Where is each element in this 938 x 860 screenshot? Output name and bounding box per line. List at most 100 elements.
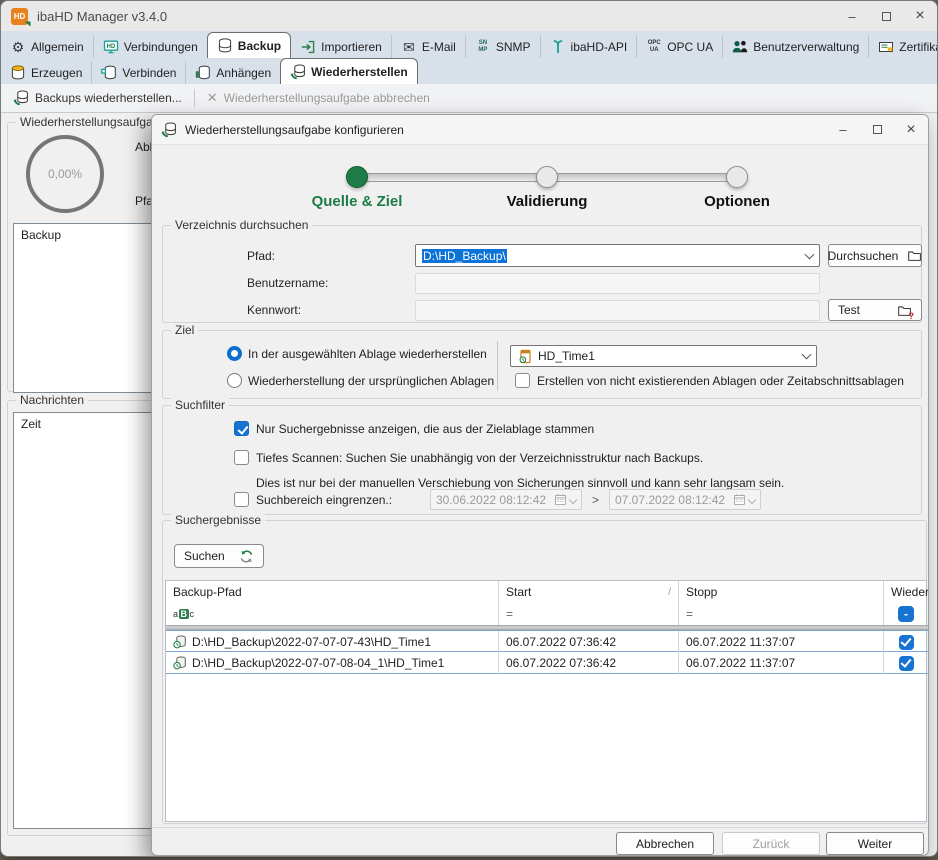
minimize-icon: – (848, 9, 855, 24)
back-button[interactable]: Zurück (722, 832, 820, 855)
dialog-close-button[interactable]: × (894, 115, 928, 145)
deep-scan-checkbox[interactable] (234, 450, 249, 465)
db-restore-icon (13, 90, 29, 106)
minimize-icon: – (839, 122, 846, 137)
tab-label: Anhängen (216, 66, 271, 80)
cancel-button[interactable]: Abbrechen (616, 832, 714, 855)
minimize-button[interactable]: – (835, 1, 869, 31)
tab-ibahd-api[interactable]: ibaHD-API (540, 35, 637, 58)
create-missing-stores-checkbox[interactable] (515, 373, 530, 388)
certificate-icon (878, 39, 894, 55)
column-header-wiederherstellen[interactable]: Wiederhers... (883, 581, 928, 603)
table-row[interactable]: D:\HD_Backup\2022-07-07-08-04_1\HD_Time1… (166, 652, 928, 674)
hd-backup-icon (173, 635, 187, 649)
filter-cell-restore[interactable]: - (883, 603, 928, 625)
checkbox-label[interactable]: Tiefes Scannen: Suchen Sie unabhängig vo… (256, 451, 703, 465)
tab-allgemein[interactable]: ⚙ Allgemein (1, 35, 93, 58)
button-label: Wiederherstellungsaufgabe abbrechen (224, 91, 430, 105)
tab-importieren[interactable]: Importieren (291, 35, 391, 58)
tab-backup[interactable]: Backup (207, 32, 291, 58)
tab-label: E-Mail (422, 40, 456, 54)
maximize-icon (873, 125, 882, 134)
checkbox-label[interactable]: Nur Suchergebnisse anzeigen, die aus der… (256, 422, 594, 436)
tab-verbindungen[interactable]: Verbindungen (93, 35, 207, 58)
target-store-only-checkbox[interactable] (234, 421, 249, 436)
target-store-combobox[interactable]: HD_Time1 (510, 345, 817, 367)
step-label-optionen: Optionen (652, 193, 822, 210)
hd-backup-icon (173, 656, 187, 670)
tab-anhaengen[interactable]: Anhängen (185, 61, 280, 84)
filter-cell-start[interactable]: = (498, 603, 678, 625)
password-field[interactable] (415, 300, 820, 321)
search-button[interactable]: Suchen (174, 544, 264, 568)
deep-scan-note: Dies ist nur bei der manuellen Verschieb… (256, 476, 784, 490)
start-cell: 06.07.2022 07:36:42 (506, 635, 616, 649)
checkbox-label[interactable]: Suchbereich eingrenzen.: (256, 493, 392, 507)
stop-cell: 06.07.2022 11:37:07 (686, 656, 795, 670)
opcua-icon: OPCUA (646, 39, 662, 55)
button-label: Suchen (184, 549, 225, 563)
button-label: Durchsuchen (828, 249, 899, 263)
password-label: Kennwort: (247, 303, 301, 317)
close-icon: × (906, 121, 915, 139)
checkbox-label[interactable]: Erstellen von nicht existierenden Ablage… (537, 374, 904, 388)
tab-label: SNMP (496, 40, 531, 54)
dialog-titlebar: Wiederherstellungsaufgabe konfigurieren … (152, 115, 928, 145)
close-button[interactable]: × (903, 1, 937, 31)
folder-icon (906, 248, 922, 264)
browse-button[interactable]: Durchsuchen (828, 244, 922, 267)
path-combobox[interactable]: D:\HD_Backup\ (415, 244, 820, 267)
refresh-icon (239, 549, 254, 564)
username-field[interactable] (415, 273, 820, 294)
tab-benutzerverwaltung[interactable]: Benutzerverwaltung (722, 35, 868, 58)
restore-to-selected-store-radio[interactable] (227, 346, 242, 361)
tab-opc-ua[interactable]: OPCUA OPC UA (636, 35, 722, 58)
tab-snmp[interactable]: SNMP SNMP (465, 35, 540, 58)
divider (497, 341, 498, 391)
range-separator: > (592, 493, 599, 507)
tab-verbinden[interactable]: Verbinden (91, 61, 185, 84)
import-icon (300, 39, 316, 55)
db-restore-icon (161, 122, 177, 138)
backup-path-cell: D:\HD_Backup\2022-07-07-08-04_1\HD_Time1 (192, 656, 444, 670)
maximize-button[interactable] (869, 1, 903, 31)
next-button[interactable]: Weiter (826, 832, 924, 855)
test-button[interactable]: Test ? (828, 299, 922, 321)
database-icon (217, 38, 233, 54)
api-icon (550, 39, 566, 55)
restore-backups-button[interactable]: Backups wiederherstellen... (1, 84, 194, 112)
tab-erzeugen[interactable]: Erzeugen (1, 61, 91, 84)
restore-checkbox[interactable] (899, 635, 914, 650)
table-row[interactable]: D:\HD_Backup\2022-07-07-07-43\HD_Time1 0… (166, 630, 928, 652)
radio-label[interactable]: Wiederherstellung der ursprünglichen Abl… (248, 374, 494, 388)
chevron-down-icon (802, 350, 812, 360)
limit-search-range-checkbox[interactable] (234, 492, 249, 507)
db-connect-icon (101, 65, 117, 81)
restore-original-stores-radio[interactable] (227, 373, 242, 388)
restore-progress-donut: 0,00% (26, 135, 104, 213)
tab-wiederherstellen[interactable]: Wiederherstellen (280, 58, 418, 84)
column-header-start[interactable]: Start / (498, 581, 678, 603)
range-to-datetime[interactable]: 07.07.2022 08:12:42 (609, 489, 761, 510)
db-restore-icon (290, 64, 306, 80)
abort-restore-task-button[interactable]: ✕ Wiederherstellungsaufgabe abbrechen (195, 84, 442, 112)
column-header-stopp[interactable]: Stopp (678, 581, 883, 603)
radio-label[interactable]: In der ausgewählten Ablage wiederherstel… (248, 347, 487, 361)
dialog-minimize-button[interactable]: – (826, 115, 860, 145)
calendar-icon (733, 493, 746, 506)
filter-cell-stopp[interactable]: = (678, 603, 883, 625)
tab-label: Benutzerverwaltung (753, 40, 859, 54)
calendar-icon (554, 493, 567, 506)
button-label: Test (838, 303, 860, 317)
column-header-backup-pfad[interactable]: Backup-Pfad (166, 581, 498, 603)
chevron-down-icon (805, 249, 815, 259)
filter-cell-path[interactable]: aBc (166, 603, 498, 625)
range-from-datetime[interactable]: 30.06.2022 08:12:42 (430, 489, 582, 510)
tab-zertifikate[interactable]: Zertifikate (868, 35, 938, 58)
groupbox-title: Verzeichnis durchsuchen (171, 218, 312, 232)
restore-toolbar: Backups wiederherstellen... ✕ Wiederhers… (1, 84, 937, 113)
restore-checkbox[interactable] (899, 656, 914, 671)
tab-email[interactable]: ✉ E-Mail (391, 35, 465, 58)
results-table[interactable]: Backup-Pfad Start / Stopp Wiederhers... … (165, 580, 927, 822)
dialog-maximize-button[interactable] (860, 115, 894, 145)
